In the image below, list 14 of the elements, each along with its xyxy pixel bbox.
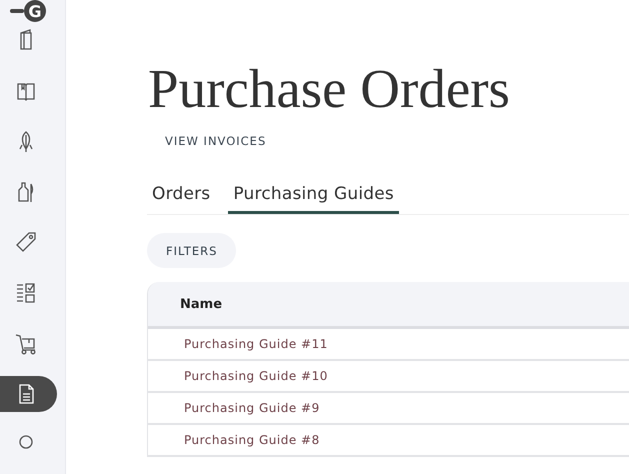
logo[interactable]: G [0,0,65,22]
filters-button[interactable]: FILTERS [147,233,236,268]
page-title: Purchase Orders [148,57,511,121]
cart-icon [14,332,38,356]
guide-link[interactable]: Purchasing Guide #10 [184,369,328,383]
column-header: Name [180,296,222,312]
tag-icon [14,230,38,254]
guide-link[interactable]: Purchasing Guide #9 [184,401,320,415]
guide-link[interactable]: Purchasing Guide #8 [184,433,320,447]
guide-link[interactable]: Purchasing Guide #11 [184,337,328,351]
tab[interactable]: Purchasing Guides [228,178,399,214]
nav-item[interactable] [0,376,57,412]
tab[interactable]: Orders [147,178,216,214]
view-invoices-link[interactable]: VIEW INVOICES [165,130,266,152]
